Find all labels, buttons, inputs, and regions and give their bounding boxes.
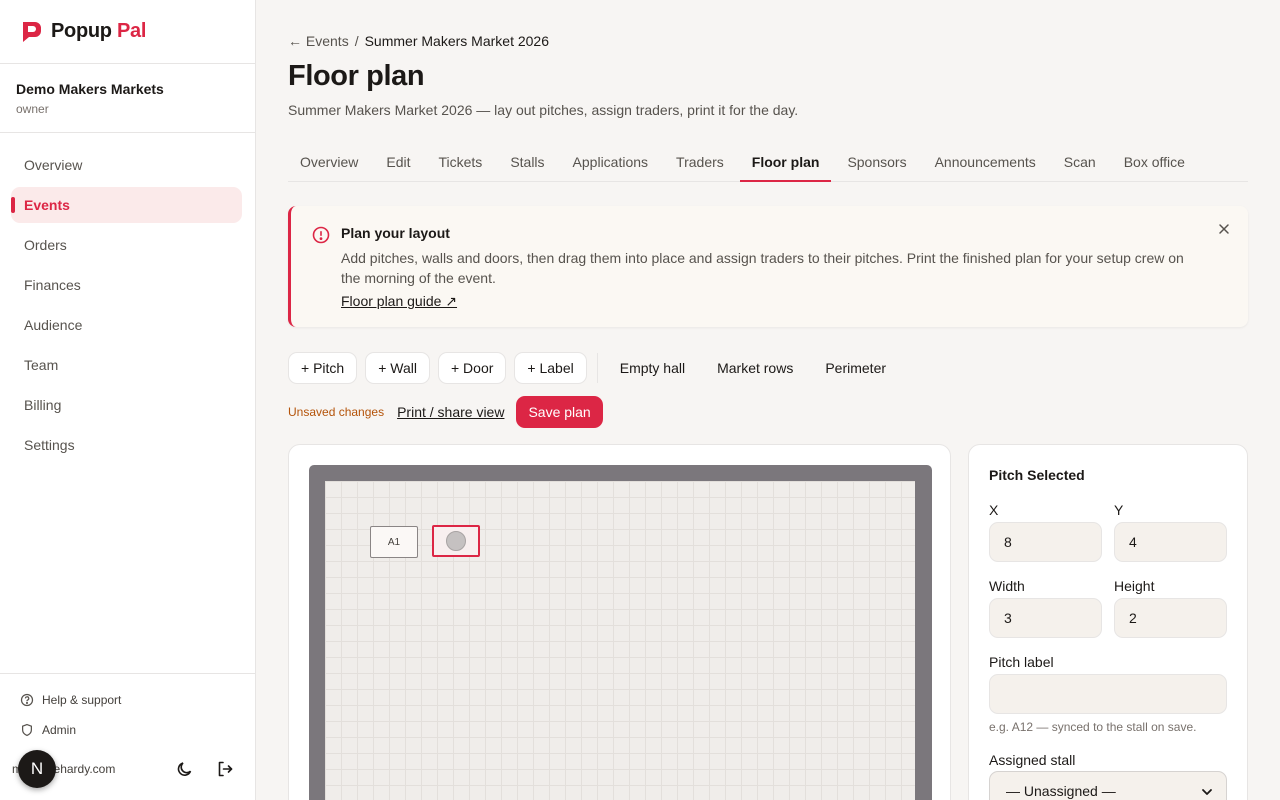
toolbar-divider <box>596 353 598 383</box>
pitch-selected[interactable] <box>432 525 480 557</box>
assigned-stall-select[interactable]: — Unassigned — <box>989 771 1227 800</box>
pitch-label-hint: e.g. A12 — synced to the stall on save. <box>989 720 1197 734</box>
brand-name-part1: Popup <box>51 20 112 42</box>
tab-announcements[interactable]: Announcements <box>923 143 1048 182</box>
sidebar-item-overview[interactable]: Overview <box>11 147 242 183</box>
sidebar-item-finances[interactable]: Finances <box>11 267 242 303</box>
alert-title: Plan your layout <box>341 225 450 241</box>
save-plan-button[interactable]: Save plan <box>516 396 603 428</box>
org-switcher[interactable]: Demo Makers Markets owner <box>0 64 255 133</box>
admin-label: Admin <box>42 723 77 737</box>
width-label: Width <box>989 578 1025 594</box>
pitch-label-label: Pitch label <box>989 654 1054 670</box>
sidebar-footer: Help & support Admin m@codehardy.com N <box>0 673 255 800</box>
tab-scan[interactable]: Scan <box>1052 143 1108 182</box>
height-label: Height <box>1114 578 1155 594</box>
sidebar-item-orders[interactable]: Orders <box>11 227 242 263</box>
breadcrumb-current: Summer Makers Market 2026 <box>364 33 549 49</box>
panel-title: Pitch Selected <box>989 467 1085 483</box>
sidebar-item-settings[interactable]: Settings <box>11 427 242 463</box>
drag-handle[interactable] <box>446 531 466 551</box>
floor-plan-canvas[interactable]: A1 <box>325 481 915 800</box>
width-input[interactable] <box>989 598 1102 638</box>
brand[interactable]: Popup Pal <box>0 0 255 64</box>
floor-plan-toolbar: + Pitch + Wall + Door + Label Empty hall… <box>288 352 902 384</box>
y-label: Y <box>1114 502 1124 518</box>
avatar[interactable]: N <box>18 750 56 788</box>
pitch-a1[interactable]: A1 <box>370 526 418 558</box>
sidebar: Popup Pal Demo Makers Markets owner Over… <box>0 0 256 800</box>
breadcrumb-separator: / <box>354 33 359 49</box>
floor-plan-guide-link[interactable]: Floor plan guide ↗ <box>341 293 457 310</box>
chevron-down-icon <box>1202 789 1212 795</box>
add-door-button[interactable]: + Door <box>437 352 507 384</box>
preset-perimeter[interactable]: Perimeter <box>809 360 902 376</box>
add-label-button[interactable]: + Label <box>514 352 587 384</box>
event-tabs: Overview Edit Tickets Stalls Application… <box>288 143 1248 182</box>
moon-icon[interactable] <box>175 759 195 779</box>
help-support-label: Help & support <box>42 693 122 707</box>
alert-body: Add pitches, walls and doors, then drag … <box>341 250 1184 286</box>
logout-icon[interactable] <box>215 759 235 779</box>
page-title: Floor plan <box>288 60 425 92</box>
shield-icon <box>22 723 32 737</box>
x-label: X <box>989 502 999 518</box>
unsaved-status: Unsaved changes <box>288 405 385 419</box>
tab-overview[interactable]: Overview <box>288 143 370 182</box>
preset-empty-hall[interactable]: Empty hall <box>606 360 701 376</box>
tab-stalls[interactable]: Stalls <box>498 143 556 182</box>
tab-applications[interactable]: Applications <box>561 143 661 182</box>
org-role: owner <box>16 102 49 116</box>
sidebar-item-events[interactable]: Events <box>11 187 242 223</box>
tab-sponsors[interactable]: Sponsors <box>835 143 918 182</box>
sidebar-nav: Overview Events Orders Finances Audience… <box>0 133 255 463</box>
tab-floor-plan[interactable]: Floor plan <box>739 143 832 182</box>
user-row: m@codehardy.com N <box>0 750 255 788</box>
canvas-frame: A1 <box>309 465 932 800</box>
brand-name: Popup Pal <box>51 20 146 43</box>
tab-traders[interactable]: Traders <box>664 143 736 182</box>
org-name: Demo Makers Markets <box>16 81 164 97</box>
tab-tickets[interactable]: Tickets <box>426 143 494 182</box>
x-input[interactable] <box>989 522 1102 562</box>
popup-pal-logo-icon <box>23 21 41 42</box>
print-share-link[interactable]: Print / share view <box>397 404 504 420</box>
tab-box-office[interactable]: Box office <box>1112 143 1197 182</box>
pitch-properties-panel: Pitch Selected X Y Width Height Pitch la… <box>968 444 1248 800</box>
save-bar: Unsaved changes Print / share view Save … <box>288 396 603 428</box>
breadcrumb: ← Events / Summer Makers Market 2026 <box>288 33 549 49</box>
sidebar-item-team[interactable]: Team <box>11 347 242 383</box>
close-icon[interactable] <box>1216 221 1232 237</box>
sidebar-item-billing[interactable]: Billing <box>11 387 242 423</box>
add-wall-button[interactable]: + Wall <box>365 352 430 384</box>
info-icon <box>312 226 330 244</box>
assigned-stall-value: — Unassigned — <box>1006 783 1116 799</box>
pitch-label-input[interactable] <box>989 674 1227 714</box>
pitch-label: A1 <box>387 536 401 548</box>
layout-help-alert: Plan your layout Add pitches, walls and … <box>288 206 1248 327</box>
breadcrumb-back-link[interactable]: ← Events <box>288 33 349 49</box>
admin-link[interactable]: Admin <box>20 719 255 741</box>
height-input[interactable] <box>1114 598 1227 638</box>
page-subtitle: Summer Makers Market 2026 — lay out pitc… <box>288 102 799 118</box>
brand-name-part2: Pal <box>116 20 147 42</box>
sidebar-item-audience[interactable]: Audience <box>11 307 242 343</box>
add-pitch-button[interactable]: + Pitch <box>288 352 358 384</box>
tab-edit[interactable]: Edit <box>374 143 422 182</box>
y-input[interactable] <box>1114 522 1227 562</box>
floor-plan-canvas-card: A1 <box>288 444 951 800</box>
help-support-link[interactable]: Help & support <box>20 689 255 711</box>
help-circle-icon <box>20 693 34 707</box>
preset-market-rows[interactable]: Market rows <box>701 360 809 376</box>
assigned-stall-label: Assigned stall <box>989 752 1076 768</box>
